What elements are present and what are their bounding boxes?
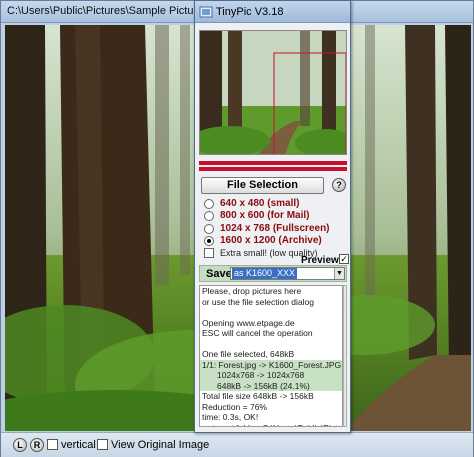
file-selection-button[interactable]: File Selection: [201, 177, 324, 194]
size-radio[interactable]: [204, 198, 214, 209]
size-label: 640 x 480 (small): [220, 198, 300, 209]
preview-checkbox[interactable]: ✓: [339, 254, 349, 264]
status-log: Please, drop pictures here or use the fil…: [199, 285, 343, 427]
log-line: One file selected, 648kB: [202, 349, 295, 359]
save-name-dropdown[interactable]: as K1600_XXX ▼: [230, 267, 345, 280]
view-original-label: View Original Image: [111, 439, 210, 451]
log-line: ESC will cancel the operation: [202, 328, 313, 338]
rotate-right-button[interactable]: R: [30, 438, 44, 452]
viewer-bottom-toolbar: L R vertical View Original Image: [1, 432, 473, 457]
tinypic-dialog: TinyPic V3.18 File Selection ? 640 x 480…: [194, 0, 351, 433]
size-option-1600[interactable]: 1600 x 1200 (Archive): [204, 234, 322, 247]
size-label: 1600 x 1200 (Archive): [220, 235, 322, 246]
log-line: 1024x768 -> 1024x768: [200, 370, 342, 381]
log-line: Please, drop pictures here: [202, 286, 302, 296]
help-button[interactable]: ?: [332, 178, 346, 192]
extra-small-checkbox[interactable]: [204, 248, 214, 258]
dialog-titlebar[interactable]: TinyPic V3.18: [195, 1, 350, 23]
size-label: 800 x 600 (for Mail): [220, 210, 310, 221]
tinypic-app-icon: [199, 6, 213, 18]
dialog-title: TinyPic V3.18: [216, 6, 284, 18]
save-name-value[interactable]: as K1600_XXX: [232, 268, 298, 279]
log-line: -> target folder: C:\Users\Public\Pictur…: [200, 423, 342, 427]
log-line: 648kB -> 156kB (24.1%): [200, 380, 342, 391]
chevron-down-icon[interactable]: ▼: [334, 268, 344, 279]
log-scrollbar[interactable]: [343, 285, 347, 427]
save-label: Save: [206, 268, 232, 280]
log-line: Reduction = 76%: [202, 401, 267, 412]
view-original-checkbox[interactable]: [97, 439, 108, 450]
size-label: 1024 x 768 (Fullscreen): [220, 223, 330, 234]
size-radio[interactable]: [204, 223, 214, 234]
image-preview: [199, 30, 347, 155]
log-line: time: 0.3s, OK!: [202, 412, 259, 422]
log-line: or use the file selection dialog: [202, 296, 314, 307]
size-option-800[interactable]: 800 x 600 (for Mail): [204, 209, 309, 222]
log-line: 1/1: Forest.jpg -> K1600_Forest.JPG: [200, 359, 342, 370]
log-line: Opening www.etpage.de: [202, 317, 295, 328]
vertical-checkbox[interactable]: [47, 439, 58, 450]
size-radio[interactable]: [204, 210, 214, 221]
vertical-label: vertical: [61, 439, 96, 451]
rotate-left-button[interactable]: L: [13, 438, 27, 452]
red-divider-bottom: [199, 167, 347, 171]
size-radio-selected[interactable]: [204, 235, 214, 246]
log-line: Total file size 648kB -> 156kB: [202, 391, 314, 401]
save-bar: Save as K1600_XXX ▼: [199, 265, 347, 282]
red-divider-top: [199, 161, 347, 165]
